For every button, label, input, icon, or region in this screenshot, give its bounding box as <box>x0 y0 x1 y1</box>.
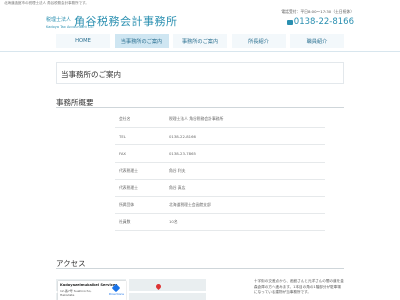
section-rule <box>56 107 344 108</box>
access-description: 十字街の交差点から、函館さんと元洋さんの間の道を金森倉庫の方へ進みます。1本目の… <box>254 279 344 295</box>
table-value: 10名 <box>169 219 178 225</box>
table-row: 代表税理士 角谷 利夫 <box>115 163 325 180</box>
table-value: 角谷 真広 <box>169 184 186 190</box>
table-label: FAX <box>119 150 127 156</box>
table-value: 北海道税理士会函館支部 <box>169 202 211 208</box>
table-value: 角谷 利夫 <box>169 167 186 173</box>
map-directions-button[interactable]: Directions <box>108 283 124 296</box>
table-value: 税理士法人 角谷税務会計事務所 <box>169 116 224 122</box>
phone-icon <box>286 19 293 25</box>
nav-staff[interactable]: 職員紹介 <box>290 34 344 48</box>
table-row: 所属団体 北海道税理士会函館支部 <box>115 197 325 215</box>
table-row: 社員数 10名 <box>115 214 325 232</box>
table-label: 所属団体 <box>119 202 135 208</box>
header-divider <box>0 51 400 52</box>
directions-icon <box>112 283 121 293</box>
table-row: 代表税理士 角谷 真広 <box>115 180 325 197</box>
table-label: 代表税理士 <box>119 184 138 190</box>
header-contact: 電話受付：平日8:00〜17:30（土日祝休） 0138-22-8166 <box>281 9 354 27</box>
table-label: TEL <box>119 133 126 139</box>
phone-number: 0138-22-8166 <box>293 17 354 27</box>
phone-number-link[interactable]: 0138-22-8166 <box>281 17 354 27</box>
nav-office-guide[interactable]: 当事務所のご案内 <box>114 34 169 48</box>
embedded-map[interactable]: Kadoyazeimukaikei Services 12-番7号 Suehir… <box>56 279 206 300</box>
map-pin-icon[interactable] <box>154 282 163 291</box>
nav-director[interactable]: 所長紹介 <box>231 34 286 48</box>
table-label: 会社名 <box>119 116 131 122</box>
access-rule <box>56 268 344 269</box>
map-road <box>126 279 129 300</box>
table-value: 0138-23-7865 <box>169 150 196 156</box>
map-info-card: Kadoyazeimukaikei Services 12-番7号 Suehir… <box>58 281 126 300</box>
phone-hours: 電話受付：平日8:00〜17:30（土日祝休） <box>281 9 354 14</box>
table-row: TEL 0138-22-8166 <box>115 128 325 146</box>
office-info-table: 会社名 税理士法人 角谷税務会計事務所 TEL 0138-22-8166 FAX… <box>115 111 325 232</box>
table-label: 社員数 <box>119 219 131 225</box>
page-title: 当事務所のご案内 <box>61 70 121 79</box>
table-value: 0138-22-8166 <box>169 133 196 139</box>
global-nav: HOME 当事務所のご案内 事務所のご案内 所長紹介 職員紹介 <box>56 34 344 48</box>
table-label: 代表税理士 <box>119 167 138 173</box>
map-place-address: 12-番7号 Suehirocho, Hakodate <box>60 289 92 297</box>
table-row: 会社名 税理士法人 角谷税務会計事務所 <box>115 111 325 129</box>
logo-english: Kadoya Tax Accountant Co. <box>46 25 94 29</box>
nav-office-info[interactable]: 事務所のご案内 <box>173 34 227 48</box>
table-row: FAX 0138-23-7865 <box>115 145 325 163</box>
logo-prefix: 税理士法人 <box>46 17 72 23</box>
nav-home[interactable]: HOME <box>56 34 110 48</box>
site-tagline: 北海道函館市の税理士法人 角谷税務会計事務所です。 <box>4 1 89 5</box>
map-directions-label: Directions <box>108 292 124 296</box>
page-heading-box: 当事務所のご案内 <box>56 62 344 84</box>
